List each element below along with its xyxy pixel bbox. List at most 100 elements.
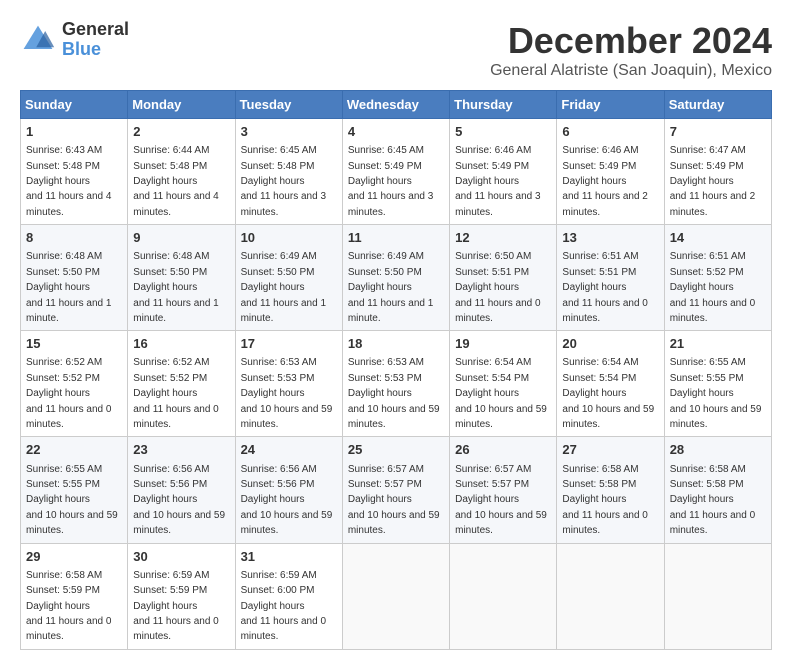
day-cell: 31 Sunrise: 6:59 AMSunset: 6:00 PMDaylig… <box>235 543 342 649</box>
day-cell: 19 Sunrise: 6:54 AMSunset: 5:54 PMDaylig… <box>450 331 557 437</box>
day-cell: 9 Sunrise: 6:48 AMSunset: 5:50 PMDayligh… <box>128 225 235 331</box>
day-number: 14 <box>670 229 766 247</box>
day-cell: 3 Sunrise: 6:45 AMSunset: 5:48 PMDayligh… <box>235 119 342 225</box>
day-info: Sunrise: 6:52 AMSunset: 5:52 PMDaylight … <box>133 357 218 430</box>
logo-icon <box>20 22 56 58</box>
day-number: 22 <box>26 441 122 459</box>
day-info: Sunrise: 6:44 AMSunset: 5:48 PMDaylight … <box>133 145 218 218</box>
day-info: Sunrise: 6:49 AMSunset: 5:50 PMDaylight … <box>348 251 433 324</box>
day-info: Sunrise: 6:48 AMSunset: 5:50 PMDaylight … <box>26 251 111 324</box>
day-info: Sunrise: 6:58 AMSunset: 5:58 PMDaylight … <box>562 464 647 537</box>
day-cell: 28 Sunrise: 6:58 AMSunset: 5:58 PMDaylig… <box>664 437 771 543</box>
day-number: 1 <box>26 123 122 141</box>
day-info: Sunrise: 6:47 AMSunset: 5:49 PMDaylight … <box>670 145 755 218</box>
logo-text: General Blue <box>62 20 129 60</box>
day-info: Sunrise: 6:56 AMSunset: 5:56 PMDaylight … <box>133 464 225 537</box>
day-cell <box>342 543 449 649</box>
day-info: Sunrise: 6:50 AMSunset: 5:51 PMDaylight … <box>455 251 540 324</box>
day-info: Sunrise: 6:57 AMSunset: 5:57 PMDaylight … <box>455 464 547 537</box>
title-section: December 2024 General Alatriste (San Joa… <box>490 20 772 80</box>
week-row-5: 29 Sunrise: 6:58 AMSunset: 5:59 PMDaylig… <box>21 543 772 649</box>
day-cell: 26 Sunrise: 6:57 AMSunset: 5:57 PMDaylig… <box>450 437 557 543</box>
day-cell: 22 Sunrise: 6:55 AMSunset: 5:55 PMDaylig… <box>21 437 128 543</box>
day-cell: 8 Sunrise: 6:48 AMSunset: 5:50 PMDayligh… <box>21 225 128 331</box>
day-number: 30 <box>133 548 229 566</box>
day-info: Sunrise: 6:52 AMSunset: 5:52 PMDaylight … <box>26 357 111 430</box>
weekday-header-saturday: Saturday <box>664 91 771 119</box>
day-cell: 24 Sunrise: 6:56 AMSunset: 5:56 PMDaylig… <box>235 437 342 543</box>
weekday-header-wednesday: Wednesday <box>342 91 449 119</box>
weekday-header-friday: Friday <box>557 91 664 119</box>
day-cell: 7 Sunrise: 6:47 AMSunset: 5:49 PMDayligh… <box>664 119 771 225</box>
day-info: Sunrise: 6:59 AMSunset: 5:59 PMDaylight … <box>133 570 218 643</box>
day-info: Sunrise: 6:43 AMSunset: 5:48 PMDaylight … <box>26 145 111 218</box>
day-info: Sunrise: 6:46 AMSunset: 5:49 PMDaylight … <box>562 145 647 218</box>
day-info: Sunrise: 6:58 AMSunset: 5:58 PMDaylight … <box>670 464 755 537</box>
day-info: Sunrise: 6:53 AMSunset: 5:53 PMDaylight … <box>348 357 440 430</box>
day-info: Sunrise: 6:55 AMSunset: 5:55 PMDaylight … <box>26 464 118 537</box>
day-number: 29 <box>26 548 122 566</box>
day-number: 6 <box>562 123 658 141</box>
day-info: Sunrise: 6:56 AMSunset: 5:56 PMDaylight … <box>241 464 333 537</box>
day-info: Sunrise: 6:53 AMSunset: 5:53 PMDaylight … <box>241 357 333 430</box>
day-cell: 6 Sunrise: 6:46 AMSunset: 5:49 PMDayligh… <box>557 119 664 225</box>
day-number: 10 <box>241 229 337 247</box>
day-cell: 2 Sunrise: 6:44 AMSunset: 5:48 PMDayligh… <box>128 119 235 225</box>
day-cell <box>664 543 771 649</box>
day-number: 21 <box>670 335 766 353</box>
day-info: Sunrise: 6:54 AMSunset: 5:54 PMDaylight … <box>455 357 547 430</box>
day-number: 8 <box>26 229 122 247</box>
month-title: December 2024 <box>490 20 772 62</box>
day-cell: 14 Sunrise: 6:51 AMSunset: 5:52 PMDaylig… <box>664 225 771 331</box>
location-title: General Alatriste (San Joaquin), Mexico <box>490 62 772 80</box>
day-number: 5 <box>455 123 551 141</box>
day-cell: 25 Sunrise: 6:57 AMSunset: 5:57 PMDaylig… <box>342 437 449 543</box>
day-cell: 12 Sunrise: 6:50 AMSunset: 5:51 PMDaylig… <box>450 225 557 331</box>
weekday-header-row: SundayMondayTuesdayWednesdayThursdayFrid… <box>21 91 772 119</box>
week-row-2: 8 Sunrise: 6:48 AMSunset: 5:50 PMDayligh… <box>21 225 772 331</box>
day-cell: 11 Sunrise: 6:49 AMSunset: 5:50 PMDaylig… <box>342 225 449 331</box>
logo-general-text: General <box>62 20 129 40</box>
day-cell: 16 Sunrise: 6:52 AMSunset: 5:52 PMDaylig… <box>128 331 235 437</box>
day-cell: 21 Sunrise: 6:55 AMSunset: 5:55 PMDaylig… <box>664 331 771 437</box>
day-number: 16 <box>133 335 229 353</box>
day-cell: 27 Sunrise: 6:58 AMSunset: 5:58 PMDaylig… <box>557 437 664 543</box>
day-cell: 15 Sunrise: 6:52 AMSunset: 5:52 PMDaylig… <box>21 331 128 437</box>
day-cell: 13 Sunrise: 6:51 AMSunset: 5:51 PMDaylig… <box>557 225 664 331</box>
week-row-4: 22 Sunrise: 6:55 AMSunset: 5:55 PMDaylig… <box>21 437 772 543</box>
day-number: 4 <box>348 123 444 141</box>
logo: General Blue <box>20 20 129 60</box>
day-number: 26 <box>455 441 551 459</box>
day-number: 24 <box>241 441 337 459</box>
day-number: 27 <box>562 441 658 459</box>
day-number: 23 <box>133 441 229 459</box>
day-info: Sunrise: 6:48 AMSunset: 5:50 PMDaylight … <box>133 251 218 324</box>
day-info: Sunrise: 6:51 AMSunset: 5:52 PMDaylight … <box>670 251 755 324</box>
day-info: Sunrise: 6:57 AMSunset: 5:57 PMDaylight … <box>348 464 440 537</box>
day-cell: 17 Sunrise: 6:53 AMSunset: 5:53 PMDaylig… <box>235 331 342 437</box>
day-number: 13 <box>562 229 658 247</box>
day-cell <box>450 543 557 649</box>
day-info: Sunrise: 6:45 AMSunset: 5:48 PMDaylight … <box>241 145 326 218</box>
day-number: 25 <box>348 441 444 459</box>
day-number: 17 <box>241 335 337 353</box>
day-number: 31 <box>241 548 337 566</box>
day-number: 7 <box>670 123 766 141</box>
weekday-header-tuesday: Tuesday <box>235 91 342 119</box>
day-cell: 1 Sunrise: 6:43 AMSunset: 5:48 PMDayligh… <box>21 119 128 225</box>
day-info: Sunrise: 6:51 AMSunset: 5:51 PMDaylight … <box>562 251 647 324</box>
page-header: General Blue December 2024 General Alatr… <box>20 20 772 80</box>
day-number: 15 <box>26 335 122 353</box>
day-info: Sunrise: 6:45 AMSunset: 5:49 PMDaylight … <box>348 145 433 218</box>
day-cell: 5 Sunrise: 6:46 AMSunset: 5:49 PMDayligh… <box>450 119 557 225</box>
day-cell: 29 Sunrise: 6:58 AMSunset: 5:59 PMDaylig… <box>21 543 128 649</box>
day-number: 20 <box>562 335 658 353</box>
day-number: 11 <box>348 229 444 247</box>
day-cell: 30 Sunrise: 6:59 AMSunset: 5:59 PMDaylig… <box>128 543 235 649</box>
day-number: 3 <box>241 123 337 141</box>
week-row-3: 15 Sunrise: 6:52 AMSunset: 5:52 PMDaylig… <box>21 331 772 437</box>
day-cell: 4 Sunrise: 6:45 AMSunset: 5:49 PMDayligh… <box>342 119 449 225</box>
calendar-table: SundayMondayTuesdayWednesdayThursdayFrid… <box>20 90 772 650</box>
day-number: 19 <box>455 335 551 353</box>
week-row-1: 1 Sunrise: 6:43 AMSunset: 5:48 PMDayligh… <box>21 119 772 225</box>
